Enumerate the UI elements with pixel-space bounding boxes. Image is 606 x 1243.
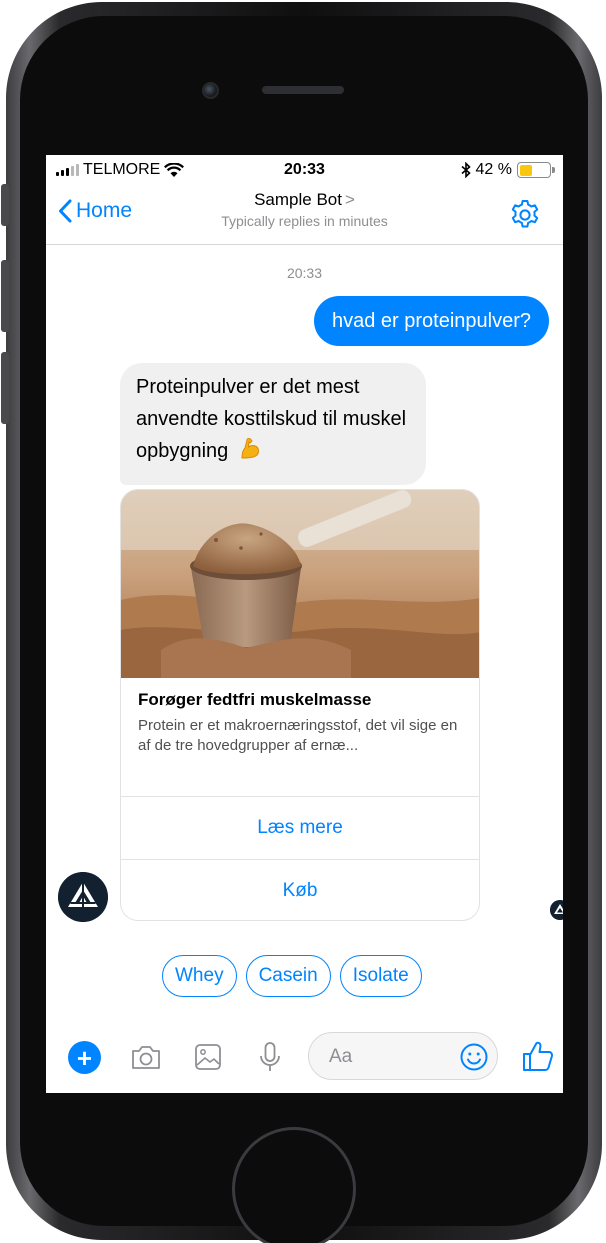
status-bar: TELMORE 20:33 42 %	[46, 155, 563, 185]
flexed-biceps-emoji	[241, 437, 259, 459]
volume-up-button	[1, 260, 9, 332]
battery-icon	[517, 162, 555, 178]
thumbs-up-icon[interactable]	[520, 1038, 556, 1074]
emoji-icon[interactable]	[459, 1042, 489, 1072]
outgoing-message-text: hvad er proteinpulver?	[331, 309, 531, 332]
card-description: Protein er et makroernæringsstof, det vi…	[138, 717, 458, 754]
microphone-icon[interactable]	[252, 1039, 288, 1075]
bluetooth-icon	[461, 162, 471, 178]
quick-reply-isolate[interactable]: Isolate	[339, 955, 422, 997]
bot-avatar[interactable]	[58, 872, 108, 922]
read-more-button[interactable]: Læs mere	[121, 797, 479, 859]
quick-reply-casein[interactable]: Casein	[245, 955, 331, 997]
message-timestamp: 20:33	[286, 265, 323, 281]
camera-icon[interactable]	[128, 1039, 164, 1075]
read-receipt-avatar	[550, 900, 563, 920]
gallery-icon[interactable]	[190, 1039, 226, 1075]
battery-percentage: 42 %	[475, 161, 512, 178]
conversation-title-block[interactable]: Sample Bot > Typically replies in minutes	[46, 190, 563, 229]
incoming-message-text: Proteinpulver er det mest anvendte kostt…	[136, 376, 407, 462]
earpiece-speaker	[262, 86, 344, 94]
status-right: 42 %	[461, 161, 555, 179]
gear-icon[interactable]	[509, 199, 541, 231]
quick-replies: Whey Casein Isolate	[162, 955, 422, 997]
buy-button[interactable]: Køb	[121, 859, 479, 920]
incoming-message-bubble[interactable]: Proteinpulver er det mest anvendte kostt…	[120, 363, 426, 485]
home-button[interactable]	[232, 1127, 356, 1243]
conversation-title: Sample Bot	[254, 190, 342, 209]
message-input[interactable]: Aa	[308, 1032, 498, 1080]
messenger-screen: TELMORE 20:33 42 % Home Sample Bot > Typ…	[46, 155, 563, 1093]
mute-switch	[1, 184, 9, 226]
protein-powder-scoop-image[interactable]	[121, 490, 480, 678]
card-text-area: Forøger fedtfri muskelmasse Protein er e…	[121, 678, 479, 797]
outgoing-message-bubble[interactable]: hvad er proteinpulver?	[313, 296, 549, 346]
conversation-header: Home Sample Bot > Typically replies in mi…	[46, 185, 563, 245]
product-card: Forøger fedtfri muskelmasse Protein er e…	[120, 489, 480, 921]
chevron-right-icon: >	[344, 190, 355, 209]
card-title: Forøger fedtfri muskelmasse	[138, 690, 372, 709]
volume-down-button	[1, 352, 9, 424]
plus-icon[interactable]: +	[68, 1041, 101, 1074]
quick-reply-whey[interactable]: Whey	[162, 955, 237, 997]
battery-level	[519, 164, 532, 176]
conversation-subtitle: Typically replies in minutes	[221, 213, 388, 229]
front-camera	[202, 82, 219, 99]
message-input-placeholder: Aa	[329, 1046, 353, 1067]
message-composer: + Aa	[46, 1027, 563, 1087]
